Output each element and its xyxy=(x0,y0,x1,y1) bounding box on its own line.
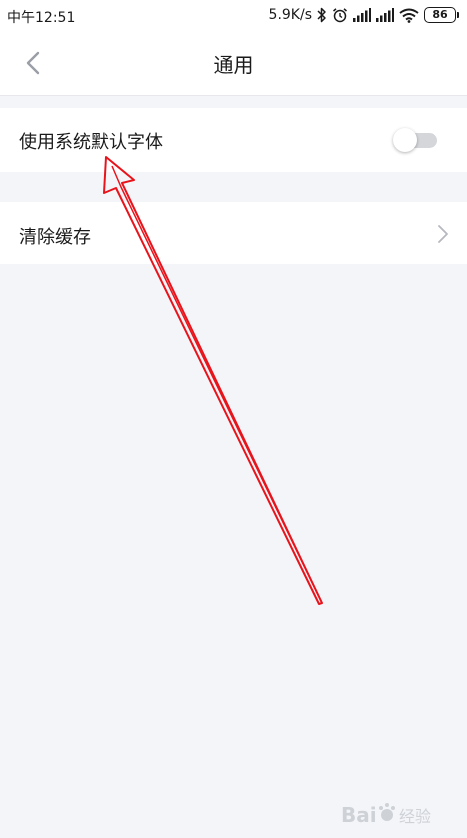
alarm-icon xyxy=(332,7,348,23)
network-speed: 5.9K/s xyxy=(268,7,312,23)
status-time: 中午12:51 xyxy=(7,10,76,26)
status-bar: 中午12:51 5.9K/s 86 xyxy=(0,0,467,30)
baidu-watermark-logo: Bai 经验 xyxy=(341,800,461,830)
header: 通用 xyxy=(0,30,467,96)
battery-level: 86 xyxy=(424,7,456,23)
status-icons: 5.9K/s 86 xyxy=(269,5,459,25)
battery-icon: 86 xyxy=(424,7,459,23)
svg-text:Bai: Bai xyxy=(341,803,377,827)
chevron-right-icon xyxy=(436,223,450,245)
signal-icon xyxy=(376,8,394,22)
bluetooth-icon xyxy=(317,7,327,23)
setting-label-clear-cache: 清除缓存 xyxy=(19,227,91,248)
setting-row-clear-cache[interactable]: 清除缓存 xyxy=(0,202,467,264)
page-title: 通用 xyxy=(213,53,254,77)
svg-text:经验: 经验 xyxy=(399,807,431,826)
signal-icon xyxy=(353,8,371,22)
setting-label-system-font: 使用系统默认字体 xyxy=(19,132,163,153)
setting-row-system-font[interactable]: 使用系统默认字体 xyxy=(0,108,467,172)
wifi-icon xyxy=(399,8,419,23)
system-font-toggle[interactable] xyxy=(393,128,437,152)
toggle-knob xyxy=(393,128,417,152)
